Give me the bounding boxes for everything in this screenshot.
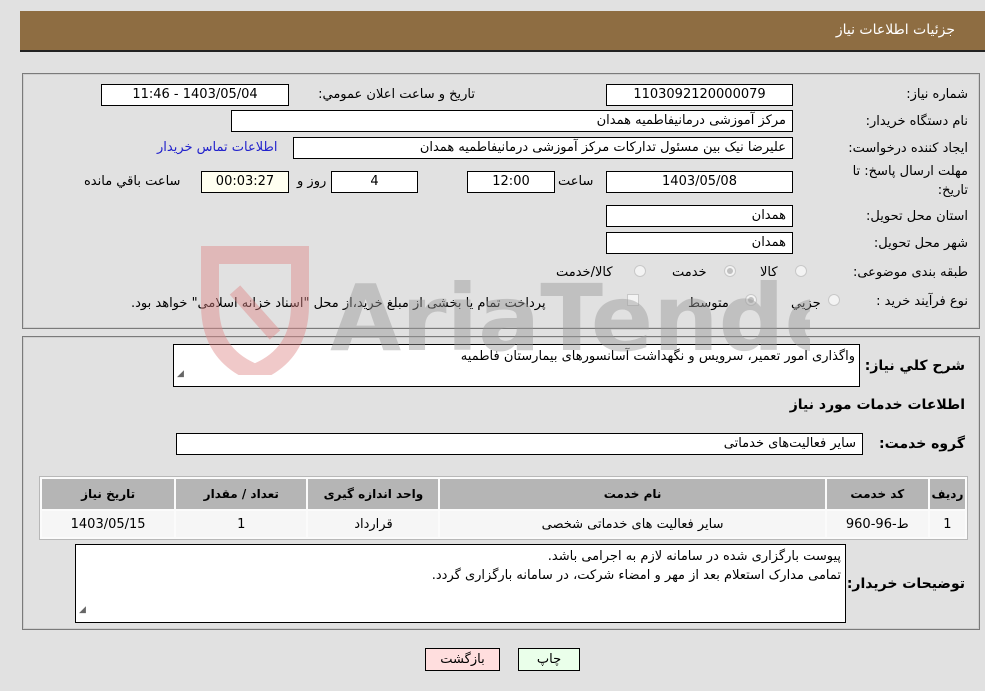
col-need-date: تاریخ نیاز bbox=[42, 479, 175, 509]
days-label: روز و bbox=[297, 174, 327, 189]
category-radio-service[interactable] bbox=[724, 265, 736, 277]
summary-text: واگذاری امور تعمیر، سرویس و نگهداشت آسان… bbox=[460, 349, 855, 364]
services-table: ردیف کد خدمت نام خدمت واحد اندازه گیری ت… bbox=[39, 476, 968, 540]
need-number-label: شماره نیاز: bbox=[906, 87, 968, 102]
cell-need-date: 1403/05/15 bbox=[42, 511, 175, 537]
col-unit: واحد اندازه گیری bbox=[308, 479, 439, 509]
category-radio-goods[interactable] bbox=[795, 265, 807, 277]
back-button[interactable]: بازگشت bbox=[425, 648, 500, 671]
buyer-org-field: مرکز آموزشی درمانیفاطمیه همدان bbox=[231, 110, 793, 132]
col-service-name: نام خدمت bbox=[440, 479, 825, 509]
purchase-radio-medium[interactable] bbox=[745, 294, 757, 306]
buyer-notes-line-1: پیوست بارگزاری شده در سامانه لازم به اجر… bbox=[547, 549, 841, 564]
creator-field: علیرضا نیک بین مسئول تدارکات مرکز آموزشی… bbox=[293, 137, 793, 159]
col-quantity: تعداد / مقدار bbox=[176, 479, 307, 509]
city-label: شهر محل تحویل: bbox=[873, 236, 968, 251]
creator-label: ایجاد کننده درخواست: bbox=[848, 141, 968, 156]
announce-date-label: تاریخ و ساعت اعلان عمومي: bbox=[318, 87, 475, 102]
cell-row-number: 1 bbox=[929, 511, 965, 537]
services-heading: اطلاعات خدمات مورد نیاز bbox=[789, 397, 965, 413]
summary-label: شرح کلي نیاز: bbox=[864, 358, 965, 374]
buyer-notes-line-2: تمامی مدارک استعلام بعد از مهر و امضاء ش… bbox=[431, 568, 841, 583]
page-header: جزئیات اطلاعات نیاز bbox=[20, 11, 985, 52]
purchase-type-label: نوع فرآیند خرید : bbox=[876, 294, 968, 309]
buyer-contact-link[interactable]: اطلاعات تماس خریدار bbox=[157, 140, 277, 155]
deadline-time-field: 12:00 bbox=[467, 171, 555, 193]
need-number-field: 1103092120000079 bbox=[606, 84, 793, 106]
buyer-notes-label: توضیحات خریدار: bbox=[846, 576, 965, 592]
category-label: طبقه بندی موضوعی: bbox=[852, 265, 968, 280]
col-row-number: ردیف bbox=[929, 479, 965, 509]
days-field: 4 bbox=[331, 171, 418, 193]
province-field: همدان bbox=[606, 205, 793, 227]
treasury-checkbox[interactable] bbox=[627, 294, 639, 306]
deadline-label-2: تاریخ: bbox=[937, 183, 968, 198]
resize-grip-icon[interactable]: ◢ bbox=[79, 601, 86, 620]
summary-textarea[interactable]: واگذاری امور تعمیر، سرویس و نگهداشت آسان… bbox=[173, 344, 860, 387]
deadline-time-label: ساعت bbox=[558, 174, 594, 189]
col-service-code: کد خدمت bbox=[826, 479, 928, 509]
purchase-medium-label: متوسط bbox=[688, 296, 729, 311]
table-row: 1 ط-96-960 سایر فعالیت های خدماتی شخصی ق… bbox=[42, 511, 965, 537]
category-radio-goods-service[interactable] bbox=[634, 265, 646, 277]
remaining-time-field: 00:03:27 bbox=[201, 171, 289, 193]
province-label: استان محل تحویل: bbox=[866, 209, 968, 224]
service-group-label: گروه خدمت: bbox=[879, 436, 965, 452]
deadline-date-field: 1403/05/08 bbox=[606, 171, 793, 193]
deadline-label: مهلت ارسال پاسخ: تا bbox=[852, 164, 968, 179]
category-service-label: خدمت bbox=[672, 265, 707, 280]
buyer-org-label: نام دستگاه خریدار: bbox=[865, 114, 968, 129]
cell-quantity: 1 bbox=[176, 511, 307, 537]
table-header-row: ردیف کد خدمت نام خدمت واحد اندازه گیری ت… bbox=[42, 479, 965, 509]
service-group-field: سایر فعالیت‌های خدماتی bbox=[176, 433, 863, 455]
category-goods-service-label: کالا/خدمت bbox=[556, 265, 613, 280]
page-title: جزئیات اطلاعات نیاز bbox=[835, 22, 955, 38]
cell-unit: قرارداد bbox=[308, 511, 439, 537]
cell-service-name: سایر فعالیت های خدماتی شخصی bbox=[440, 511, 825, 537]
print-button[interactable]: چاپ bbox=[518, 648, 580, 671]
buyer-notes-textarea[interactable]: پیوست بارگزاری شده در سامانه لازم به اجر… bbox=[75, 544, 846, 623]
purchase-radio-minor[interactable] bbox=[828, 294, 840, 306]
remaining-time-label: ساعت باقي مانده bbox=[84, 174, 181, 189]
cell-service-code: ط-96-960 bbox=[826, 511, 928, 537]
city-field: همدان bbox=[606, 232, 793, 254]
resize-grip-icon[interactable]: ◢ bbox=[177, 365, 184, 384]
announce-date-field: 1403/05/04 - 11:46 bbox=[101, 84, 289, 106]
treasury-checkbox-label: پرداخت تمام یا بخشی از مبلغ خرید،از محل … bbox=[131, 296, 546, 311]
category-goods-label: کالا bbox=[760, 265, 778, 280]
purchase-minor-label: جزيي bbox=[791, 296, 821, 311]
